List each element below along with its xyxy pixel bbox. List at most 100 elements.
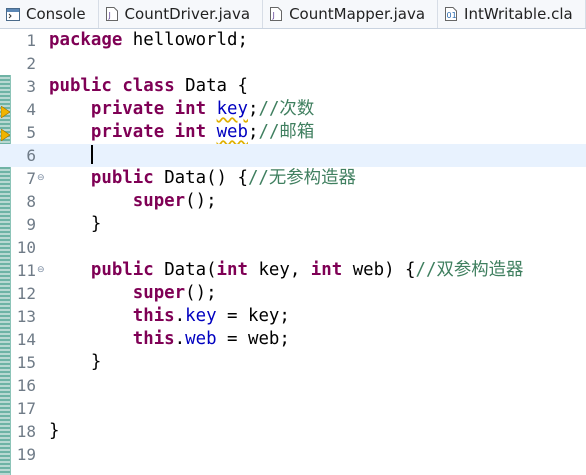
warning-marker-icon[interactable]	[0, 103, 11, 119]
line-text: this.key = key;	[49, 305, 290, 328]
line-text: public class Data {	[49, 75, 248, 98]
line-number: 19	[16, 445, 36, 464]
java-file-icon: J	[269, 7, 283, 21]
keyword: public	[90, 260, 154, 280]
keyword: this	[132, 306, 175, 326]
tab-intwritable[interactable]: 01 IntWritable.cla	[438, 0, 586, 28]
code-line: 13 this.key = key;	[0, 305, 586, 328]
line-number: 3	[26, 77, 36, 96]
code-line: 2	[0, 52, 586, 75]
line-text: private int web;//邮箱	[49, 121, 314, 144]
text-caret	[90, 145, 93, 164]
code-line: 10	[0, 236, 586, 259]
code-line: 3 public class Data {	[0, 75, 586, 98]
keyword: package	[49, 30, 123, 50]
code-token: = web;	[216, 329, 290, 349]
line-text: private int key;//次数	[49, 98, 314, 121]
keyword: this	[132, 329, 175, 349]
code-token: ();	[185, 283, 217, 303]
code-token: key,	[247, 260, 311, 280]
code-line: 16	[0, 374, 586, 397]
line-text: super();	[49, 282, 217, 305]
line-text: this.web = web;	[49, 328, 290, 351]
line-number: 9	[26, 215, 36, 234]
line-number: 11	[16, 261, 36, 280]
code-token: ();	[185, 191, 217, 211]
line-text: }	[49, 420, 59, 443]
class-file-icon: 01	[444, 7, 458, 21]
code-line: 12 super();	[0, 282, 586, 305]
keyword: class	[122, 76, 175, 96]
tab-countmapper[interactable]: J CountMapper.java	[263, 0, 439, 28]
line-text	[49, 144, 93, 167]
field-name: web	[216, 122, 248, 142]
editor-tab-bar: Console J CountDriver.java J CountMapper…	[0, 0, 586, 29]
tab-label: CountMapper.java	[289, 5, 426, 23]
svg-text:01: 01	[447, 11, 457, 20]
field-name: key	[216, 99, 248, 119]
code-token: }	[90, 214, 102, 234]
line-text: }	[49, 351, 101, 374]
line-number: 6	[26, 146, 36, 165]
code-token: ;	[248, 99, 259, 119]
code-token: = key;	[216, 306, 290, 326]
line-number: 5	[26, 123, 36, 142]
code-editor[interactable]: 1 package helloworld; 2 3 public class D…	[0, 29, 586, 475]
tab-label: IntWritable.cla	[464, 5, 573, 23]
warning-marker-icon[interactable]	[0, 126, 11, 142]
comment: //双参构造器	[415, 260, 524, 280]
keyword: public	[90, 168, 154, 188]
field-name: key	[185, 306, 217, 326]
line-number: 16	[16, 376, 36, 395]
svg-text:J: J	[107, 11, 110, 20]
line-text: public Data() {//无参构造器	[49, 167, 356, 190]
code-line: 1 package helloworld;	[0, 29, 586, 52]
code-line: 11 ⊖ public Data(int key, int web) {//双参…	[0, 259, 586, 282]
fold-toggle-icon[interactable]: ⊖	[37, 265, 45, 275]
keyword: super	[132, 191, 186, 211]
line-number: 14	[16, 330, 36, 349]
code-token: Data() {	[153, 168, 248, 188]
code-token: .	[174, 306, 186, 326]
code-token: helloworld;	[122, 30, 248, 50]
field-name: web	[185, 329, 217, 349]
keyword: int	[174, 122, 207, 142]
keyword: int	[310, 260, 343, 280]
code-token: .	[174, 329, 186, 349]
code-token: }	[49, 421, 60, 441]
keyword: public	[49, 76, 112, 96]
code-line: 18 }	[0, 420, 586, 443]
console-icon	[6, 7, 20, 21]
code-line: 5 private int web;//邮箱	[0, 121, 586, 144]
tab-label: CountDriver.java	[124, 5, 251, 23]
line-text: package helloworld;	[49, 29, 248, 52]
line-number: 4	[26, 100, 36, 119]
tab-countdriver[interactable]: J CountDriver.java	[99, 0, 264, 28]
code-token: ;	[248, 122, 259, 142]
keyword: int	[174, 99, 207, 119]
code-token: }	[90, 352, 102, 372]
keyword: int	[216, 260, 248, 280]
tab-label: Console	[26, 5, 86, 23]
fold-toggle-icon[interactable]: ⊖	[37, 173, 45, 183]
keyword: private	[90, 99, 165, 119]
line-text: public Data(int key, int web) {//双参构造器	[49, 259, 524, 282]
java-file-icon: J	[105, 7, 119, 21]
comment: //邮箱	[258, 122, 315, 142]
code-line: 7 ⊖ public Data() {//无参构造器	[0, 167, 586, 190]
tab-console[interactable]: Console	[0, 0, 99, 28]
code-token: web) {	[342, 260, 416, 280]
line-number: 10	[16, 238, 36, 257]
code-line: 19	[0, 443, 586, 466]
code-line: 9 }	[0, 213, 586, 236]
code-line: 8 super();	[0, 190, 586, 213]
keyword: super	[132, 283, 186, 303]
current-line: 6	[0, 144, 586, 167]
comment: //无参构造器	[247, 168, 356, 188]
line-text: }	[49, 213, 101, 236]
line-number: 1	[26, 31, 36, 50]
code-line: 14 this.web = web;	[0, 328, 586, 351]
line-number: 13	[16, 307, 36, 326]
line-number: 7	[26, 169, 36, 188]
line-text: super();	[49, 190, 217, 213]
